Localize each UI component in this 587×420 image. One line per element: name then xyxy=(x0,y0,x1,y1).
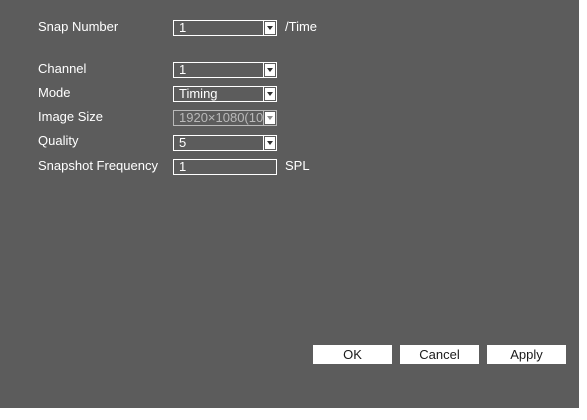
quality-select[interactable]: 5 xyxy=(173,135,277,151)
chevron-down-icon[interactable] xyxy=(265,88,275,100)
snapshot-frequency-label: Snapshot Frequency xyxy=(38,158,158,173)
apply-button[interactable]: Apply xyxy=(487,345,566,364)
chevron-down-icon[interactable] xyxy=(265,137,275,149)
chevron-down-icon[interactable] xyxy=(265,64,275,76)
channel-value: 1 xyxy=(179,63,187,77)
mode-select[interactable]: Timing xyxy=(173,86,277,102)
snap-number-value: 1 xyxy=(179,21,187,35)
mode-label: Mode xyxy=(38,85,71,100)
select-divider xyxy=(263,63,264,77)
select-divider xyxy=(263,87,264,101)
snap-number-label: Snap Number xyxy=(38,19,119,34)
cancel-button[interactable]: Cancel xyxy=(400,345,479,364)
select-divider xyxy=(263,111,264,125)
channel-label: Channel xyxy=(38,61,87,76)
snapshot-settings-panel: Snap Number 1 /Time Channel 1 Mode Timin… xyxy=(0,0,579,408)
chevron-down-icon xyxy=(265,112,275,124)
chevron-down-icon[interactable] xyxy=(265,22,275,34)
mode-value: Timing xyxy=(179,87,218,101)
quality-value: 5 xyxy=(179,136,187,150)
select-divider xyxy=(263,136,264,150)
image-size-select: 1920×1080(10 xyxy=(173,110,277,126)
snap-number-unit: /Time xyxy=(285,19,318,34)
channel-select[interactable]: 1 xyxy=(173,62,277,78)
quality-label: Quality xyxy=(38,133,79,148)
snapshot-frequency-input[interactable]: 1 xyxy=(173,159,277,175)
image-size-label: Image Size xyxy=(38,109,104,124)
image-size-value: 1920×1080(10 xyxy=(179,111,264,125)
select-divider xyxy=(263,21,264,35)
snap-number-select[interactable]: 1 xyxy=(173,20,277,36)
ok-button[interactable]: OK xyxy=(313,345,392,364)
snapshot-frequency-unit: SPL xyxy=(285,158,310,173)
